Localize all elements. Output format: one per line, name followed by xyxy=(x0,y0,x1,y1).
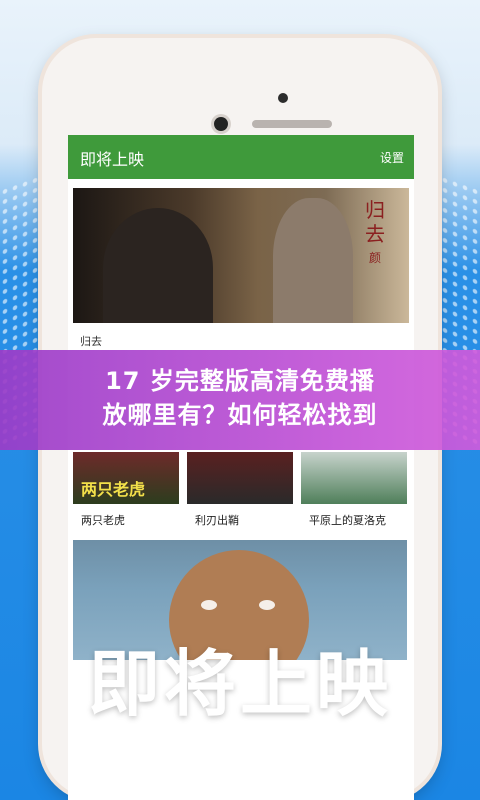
settings-button[interactable]: 设置 xyxy=(380,149,404,166)
poster-eye xyxy=(201,600,217,610)
poster-logo: 两只老虎 xyxy=(81,480,146,499)
app-bar: 即将上映 设置 xyxy=(68,135,414,179)
movie-thumbnail[interactable]: 两只老虎 xyxy=(73,452,179,504)
featured-movie-title[interactable]: 归去 xyxy=(80,333,102,349)
movie-thumbnail[interactable] xyxy=(187,452,293,504)
app-title: 即将上映 xyxy=(80,150,145,169)
phone-earpiece xyxy=(252,120,332,128)
poster-eye xyxy=(259,600,275,610)
poster-title-text: 归 去 颜 xyxy=(365,198,385,265)
promo-title: 即将上映 xyxy=(87,642,392,726)
phone-speaker xyxy=(278,93,288,103)
movie-thumbnail[interactable] xyxy=(301,452,407,504)
movie-grid: 两只老虎 xyxy=(73,452,407,504)
banner-text-line-1: 17 岁完整版高清免费播 xyxy=(105,367,375,395)
camera-icon xyxy=(214,117,228,131)
featured-movie-card[interactable]: 归 去 颜 xyxy=(73,188,409,323)
movie-title[interactable]: 平原上的夏洛克 xyxy=(309,512,386,528)
promo-banner: 17 岁完整版高清免费播 放哪里有？如何轻松找到 xyxy=(0,350,480,450)
poster-figure xyxy=(273,198,353,323)
banner-text-line-2: 放哪里有？如何轻松找到 xyxy=(102,401,378,429)
poster-figure xyxy=(103,208,213,323)
movie-title[interactable]: 两只老虎 xyxy=(81,512,125,528)
movie-title[interactable]: 利刃出鞘 xyxy=(195,512,239,528)
